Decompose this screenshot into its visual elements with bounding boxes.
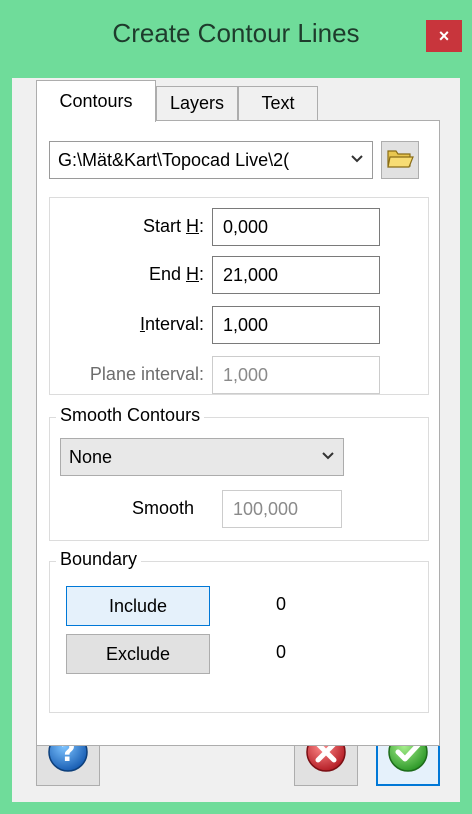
include-button[interactable]: Include [66, 586, 210, 626]
smooth-contours-title: Smooth Contours [56, 405, 205, 426]
end-height-label: End H: [148, 264, 204, 284]
tab-layers-label: Layers [169, 93, 225, 113]
browse-folder-button[interactable] [381, 141, 419, 179]
tab-text[interactable]: Text [238, 86, 318, 120]
end-height-input[interactable]: 21,000 [212, 256, 380, 294]
plane-interval-input[interactable]: 1,000 [212, 356, 380, 394]
smooth-contours-group: Smooth Contours None Smooth 100,000 [49, 405, 429, 541]
exclude-button[interactable]: Exclude [66, 634, 210, 674]
start-height-label: Start H: [142, 216, 204, 236]
chevron-down-icon [350, 151, 364, 169]
window-title: Create Contour Lines [112, 18, 360, 48]
title-bar[interactable]: Create Contour Lines × [0, 0, 472, 78]
chevron-down-icon [321, 448, 335, 466]
close-icon: × [438, 25, 450, 46]
close-button[interactable]: × [426, 20, 462, 52]
tab-contours-label: Contours [59, 91, 133, 111]
include-count: 0 [276, 594, 287, 614]
smooth-method-value: None [69, 446, 113, 467]
create-contour-lines-dialog: Create Contour Lines × Contours Layers T… [0, 0, 472, 814]
interval-input[interactable]: 1,000 [212, 306, 380, 344]
smooth-method-select[interactable]: None [60, 438, 344, 476]
heights-group: Start H: 0,000 End H: 21,000 Interval: 1… [49, 197, 429, 395]
dialog-body: Contours Layers Text G:\Mät&Kart\Topocad… [12, 78, 460, 802]
contours-tab-panel: G:\Mät&Kart\Topocad Live\2( Start H: 0,0… [36, 120, 440, 746]
plane-interval-label: Plane interval: [89, 364, 204, 384]
tab-layers[interactable]: Layers [156, 86, 238, 120]
exclude-count: 0 [276, 642, 287, 662]
smooth-label: Smooth [132, 498, 195, 518]
smooth-input[interactable]: 100,000 [222, 490, 342, 528]
tab-contours[interactable]: Contours [36, 80, 156, 122]
interval-label: Interval: [139, 314, 204, 334]
boundary-title: Boundary [56, 549, 142, 570]
boundary-group: Boundary Include 0 Exclude 0 [49, 549, 429, 713]
file-path-value: G:\Mät&Kart\Topocad Live\2( [58, 149, 290, 170]
tab-text-label: Text [261, 93, 295, 113]
file-path-combo[interactable]: G:\Mät&Kart\Topocad Live\2( [49, 141, 373, 179]
folder-open-icon [386, 146, 414, 175]
start-height-input[interactable]: 0,000 [212, 208, 380, 246]
